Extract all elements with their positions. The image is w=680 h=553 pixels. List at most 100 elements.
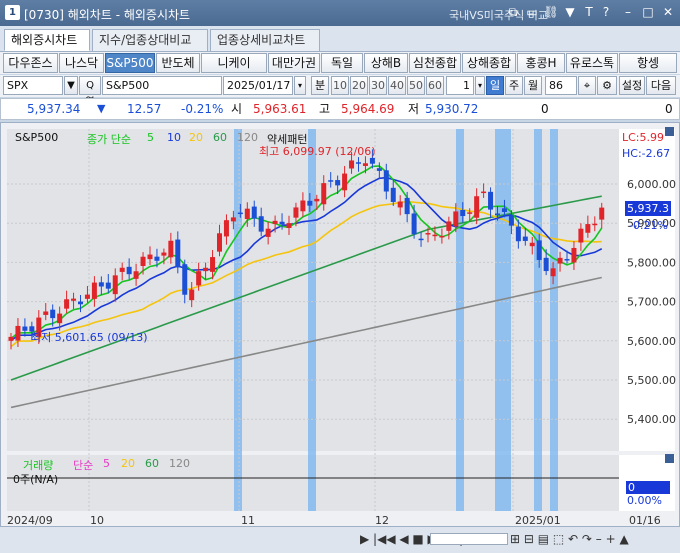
gear-icon[interactable]: ⚙ (597, 76, 617, 95)
high-label: 고 (319, 102, 331, 116)
interval-30[interactable]: 30 (369, 76, 387, 95)
tab-sector-detail[interactable]: 업종상세비교차트 (210, 29, 320, 51)
candle-body (203, 267, 209, 272)
pin-icon[interactable]: ▼ (562, 4, 578, 20)
chart-panel[interactable]: 6,000.00 5,900.00 5,800.00 5,700.00 5,600.00… (0, 122, 680, 527)
ma5-legend: 5 (147, 131, 154, 144)
low-label: 저 (408, 102, 420, 116)
interval-50[interactable]: 50 (407, 76, 425, 95)
index-button-shanghai[interactable]: 상해종합 (462, 53, 516, 73)
index-button-semiconductor[interactable]: 반도체 (156, 53, 200, 73)
candle-body (342, 173, 348, 191)
settings-button[interactable]: 설정 (619, 76, 645, 95)
crosshair-icon[interactable]: ⌖ (578, 76, 596, 95)
volume-value: 0 (541, 102, 549, 116)
zoom-controls[interactable]: ⊞ ⊟ ▤ ⬚ ↶ ↷ – + ▲ (510, 532, 629, 546)
text-icon[interactable]: T (581, 4, 597, 20)
copy-icon[interactable]: ⧉ (505, 4, 521, 20)
interval-spin-icon[interactable]: ▾ (475, 76, 485, 95)
interval-input[interactable]: 1 (446, 76, 474, 95)
period-daily[interactable]: 일 (486, 76, 504, 95)
minute-button[interactable]: 분 (311, 76, 329, 95)
candle-body (439, 235, 445, 238)
candle-body (460, 209, 466, 217)
index-button-taiwan[interactable]: 대만가권 (268, 53, 320, 73)
tab-index-relative[interactable]: 지수/업종상대비교 (92, 29, 208, 51)
candle-body (592, 223, 598, 226)
date-input[interactable]: 2025/01/17 (223, 76, 293, 95)
candle-body (481, 191, 487, 194)
interval-10[interactable]: 10 (331, 76, 349, 95)
index-button-dow[interactable]: 다우존스 (3, 53, 58, 73)
scroll-track[interactable] (430, 533, 508, 545)
hc-label: HC:-2.67 (622, 147, 671, 160)
minimize-icon[interactable]: – (620, 4, 636, 20)
candle-body (182, 264, 188, 295)
window-icon[interactable]: ▭ (524, 4, 540, 20)
index-button-nasdaq[interactable]: 나스닥 (59, 53, 104, 73)
period-monthly[interactable]: 월 (524, 76, 542, 95)
highlight-band (308, 129, 316, 511)
highlight-band (550, 129, 558, 511)
candle-body (557, 257, 563, 264)
open-label: 시 (231, 102, 243, 116)
volume-pct-label: 0.00% (627, 494, 662, 507)
maximize-icon[interactable]: □ (640, 4, 656, 20)
candle-body (57, 313, 63, 324)
candle-body (293, 207, 299, 218)
lc-label: LC:5.99 (622, 131, 665, 144)
candle-body (189, 289, 195, 301)
index-button-eurostoxx[interactable]: 유로스톡 (566, 53, 618, 73)
y-tick-label: 5,800.00 (627, 256, 676, 269)
count-input[interactable]: 86 (545, 76, 577, 95)
period-weekly[interactable]: 주 (505, 76, 523, 95)
low-price: 5,930.72 (425, 102, 479, 116)
calendar-spin-icon[interactable]: ▾ (294, 76, 306, 95)
candle-body (230, 217, 236, 222)
x-tick-nov: 11 (241, 514, 255, 527)
index-button-sp500[interactable]: S&P500 (105, 53, 155, 73)
candle-body (175, 239, 181, 268)
candle-body (515, 226, 521, 242)
link-icon[interactable]: ⛓ (543, 4, 559, 20)
search-icon[interactable]: Q 열 (79, 76, 101, 108)
candle-body (237, 212, 243, 215)
x-tick-sep: 2024/09 (7, 514, 53, 527)
candle-body (15, 325, 21, 341)
interval-60[interactable]: 60 (426, 76, 444, 95)
index-button-shenzhen[interactable]: 심천종합 (409, 53, 461, 73)
candle-body (328, 180, 334, 182)
candle-body (446, 221, 452, 231)
volume-ma20: 20 (121, 457, 135, 470)
dropdown-arrow-icon[interactable]: ▼ (64, 76, 78, 95)
volume-panel-toggle-icon[interactable] (665, 454, 674, 463)
candle-body (286, 223, 292, 228)
index-button-nikkei[interactable]: 니케이 (201, 53, 267, 73)
interval-40[interactable]: 40 (388, 76, 406, 95)
x-tick-jan: 2025/01 (515, 514, 561, 527)
candle-body (196, 271, 202, 286)
index-button-shanghai-b[interactable]: 상해B (364, 53, 408, 73)
symbol-input[interactable]: SPX (3, 76, 63, 95)
help-icon[interactable]: ? (598, 4, 614, 20)
candle-body (529, 242, 535, 247)
candle-body (258, 216, 264, 232)
candle-body (585, 224, 591, 233)
high-price: 5,964.69 (341, 102, 395, 116)
amount-value: 0 (665, 102, 673, 116)
close-icon[interactable]: ✕ (660, 4, 676, 20)
index-button-germany[interactable]: 독일 (321, 53, 363, 73)
next-button[interactable]: 다음 (646, 76, 676, 95)
candle-body (217, 233, 222, 252)
price-change: 12.57 (127, 102, 162, 116)
index-button-hangseng[interactable]: 항셍 (619, 53, 677, 73)
current-price: 5,937.34 (27, 102, 81, 116)
title-bar: 1 [0730] 해외차트 - 해외증시차트 국내VS미국주식 비교 ⧉ ▭ ⛓… (0, 0, 680, 26)
interval-20[interactable]: 20 (350, 76, 368, 95)
chart-scroll-bar[interactable]: ▶ |◀◀ ◀ ■ ▶ ▶▶| ⊞ ⊟ ▤ ⬚ ↶ ↷ – + ▲ (0, 527, 680, 553)
candle-body (133, 271, 139, 279)
price-panel-toggle-icon[interactable] (665, 127, 674, 136)
candle-body (71, 298, 77, 301)
index-button-hongkong-h[interactable]: 홍콩H (517, 53, 565, 73)
tab-overseas-chart[interactable]: 해외증시차트 (4, 29, 90, 51)
